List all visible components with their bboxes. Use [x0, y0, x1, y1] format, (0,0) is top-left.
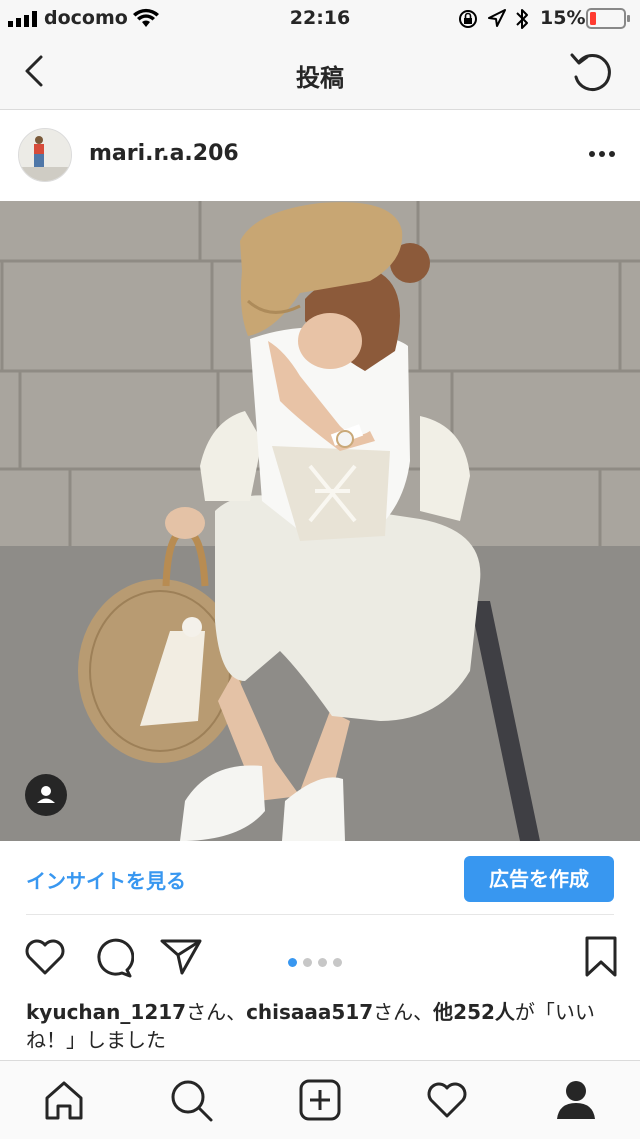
location-arrow-icon	[488, 9, 506, 27]
activity-heart-icon[interactable]	[426, 1081, 468, 1119]
tagged-users-button[interactable]	[25, 774, 67, 816]
share-send-icon[interactable]	[160, 938, 202, 976]
home-icon[interactable]	[43, 1079, 85, 1121]
carousel-dot	[318, 958, 327, 967]
post-username[interactable]: mari.r.a.206	[89, 141, 239, 166]
like-heart-icon[interactable]	[24, 938, 66, 976]
page-title: 投稿	[296, 64, 344, 92]
tab-bar	[0, 1060, 640, 1139]
bluetooth-icon	[516, 9, 528, 29]
likes-text: さん、	[186, 1000, 247, 1024]
battery-icon	[586, 8, 630, 29]
comment-icon[interactable]	[92, 936, 134, 978]
avatar-image	[19, 129, 71, 181]
view-insights-link[interactable]: インサイトを見る	[26, 865, 186, 894]
bookmark-icon[interactable]	[584, 936, 618, 978]
orientation-lock-icon	[459, 10, 477, 28]
status-bar: docomo 22:16 15%	[0, 0, 640, 40]
search-icon[interactable]	[170, 1079, 214, 1123]
divider	[26, 914, 614, 915]
battery-percent: 15%	[540, 7, 586, 29]
post-photo[interactable]	[0, 201, 640, 841]
nav-bar: 投稿	[0, 40, 640, 110]
carousel-dot	[333, 958, 342, 967]
profile-icon[interactable]	[555, 1079, 597, 1121]
carousel-dot-active	[288, 958, 297, 967]
avatar[interactable]	[18, 128, 72, 182]
create-ad-button[interactable]: 広告を作成	[464, 856, 614, 902]
carousel-indicator	[288, 952, 348, 971]
add-post-icon[interactable]	[299, 1079, 341, 1121]
likes-others-count[interactable]: 他252人	[433, 1000, 515, 1024]
more-options-icon[interactable]	[588, 150, 616, 158]
likes-summary: kyuchan_1217さん、chisaaa517さん、他252人が「いいね！」…	[26, 998, 616, 1054]
carousel-dot	[303, 958, 312, 967]
person-icon	[37, 786, 55, 803]
refresh-icon[interactable]	[570, 51, 614, 93]
likes-text: さん、	[373, 1000, 434, 1024]
liker-username[interactable]: chisaaa517	[246, 1000, 373, 1024]
liker-username[interactable]: kyuchan_1217	[26, 1000, 186, 1024]
